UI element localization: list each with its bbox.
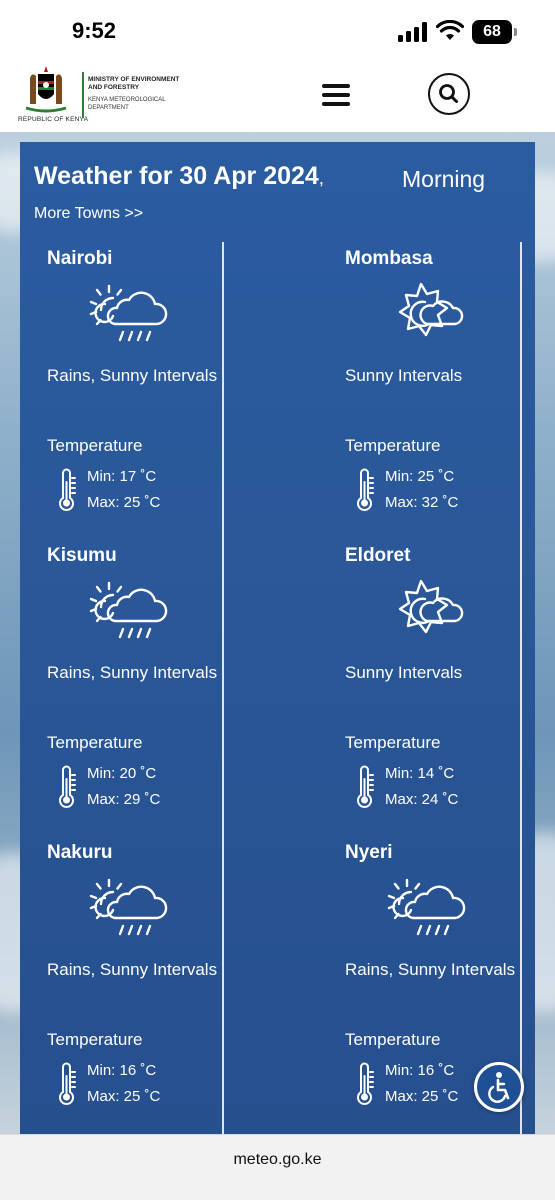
wifi-icon bbox=[436, 20, 464, 40]
status-time: 9:52 bbox=[72, 18, 117, 43]
thermometer-icon bbox=[353, 468, 375, 512]
town-card-nakuru: Nakuru Rains, Sunny Intervals Temperatur… bbox=[47, 842, 307, 1134]
temperature-label: Temperature bbox=[47, 1030, 143, 1049]
cellular-signal-icon bbox=[398, 22, 427, 42]
town-name: Nairobi bbox=[47, 248, 113, 269]
temperature-min: Min: 20 ˚C bbox=[87, 765, 157, 782]
temperature-label: Temperature bbox=[345, 733, 441, 752]
temperature-max: Max: 25 ˚C bbox=[87, 494, 161, 511]
weather-condition: Sunny Intervals bbox=[345, 366, 463, 385]
temperature-label: Temperature bbox=[47, 436, 143, 455]
thermometer-icon bbox=[353, 1062, 375, 1106]
weather-panel: Weather for 30 Apr 2024, Morning More To… bbox=[20, 142, 535, 1134]
hamburger-menu-icon[interactable] bbox=[322, 82, 350, 108]
weather-period: Morning bbox=[402, 166, 486, 192]
ministry-name: MINISTRY OF ENVIRONMENT AND FORESTRY bbox=[88, 76, 180, 91]
menu-bar-top bbox=[322, 84, 350, 88]
menu-bar-middle bbox=[322, 93, 350, 97]
sun-cloud-icon bbox=[381, 577, 471, 647]
temperature-min: Min: 14 ˚C bbox=[385, 765, 455, 782]
weather-date-title: Weather for 30 Apr 2024 bbox=[34, 162, 319, 190]
town-card-eldoret: Eldoret Sunny Intervals Temperature Min:… bbox=[345, 545, 535, 842]
weather-condition: Rains, Sunny Intervals bbox=[47, 960, 218, 979]
temperature-max: Max: 32 ˚C bbox=[385, 494, 459, 511]
rain-sun-cloud-icon bbox=[381, 874, 471, 944]
rain-sun-cloud-icon bbox=[83, 280, 173, 350]
temperature-max: Max: 29 ˚C bbox=[87, 791, 161, 808]
weather-condition: Sunny Intervals bbox=[345, 663, 463, 682]
town-name: Nyeri bbox=[345, 842, 393, 863]
weather-condition: Rains, Sunny Intervals bbox=[345, 960, 516, 979]
temperature-min: Min: 16 ˚C bbox=[385, 1062, 455, 1079]
town-name: Nakuru bbox=[47, 842, 113, 863]
more-towns-link[interactable]: More Towns >> bbox=[34, 205, 143, 223]
temperature-label: Temperature bbox=[345, 1030, 441, 1049]
thermometer-icon bbox=[353, 765, 375, 809]
temperature-max: Max: 25 ˚C bbox=[385, 1088, 459, 1105]
thermometer-icon bbox=[55, 1062, 77, 1106]
town-name: Eldoret bbox=[345, 545, 411, 566]
town-name: Kisumu bbox=[47, 545, 117, 566]
department-name: KENYA METEOROLOGICAL DEPARTMENT bbox=[88, 97, 166, 111]
battery-level: 68 bbox=[472, 20, 512, 44]
town-name: Mombasa bbox=[345, 248, 433, 269]
town-card-kisumu: Kisumu Rains, Sunny Intervals Temperatur… bbox=[47, 545, 307, 842]
rain-sun-cloud-icon bbox=[83, 577, 173, 647]
temperature-max: Max: 25 ˚C bbox=[87, 1088, 161, 1105]
menu-bar-bottom bbox=[322, 102, 350, 106]
weather-condition: Rains, Sunny Intervals bbox=[47, 663, 218, 682]
kenya-coat-of-arms-logo[interactable] bbox=[18, 64, 74, 116]
town-card-mombasa: Mombasa Sunny Intervals Temperature Min:… bbox=[345, 248, 535, 545]
accessibility-button[interactable] bbox=[474, 1062, 524, 1112]
battery-tip bbox=[514, 28, 517, 36]
title-separator: , bbox=[318, 168, 324, 188]
accessibility-icon bbox=[488, 1072, 510, 1103]
url-text[interactable]: meteo.go.ke bbox=[0, 1151, 555, 1169]
status-bar: 9:52 68 bbox=[0, 0, 555, 60]
search-icon bbox=[438, 83, 458, 103]
search-button[interactable] bbox=[428, 73, 470, 115]
rain-sun-cloud-icon bbox=[83, 874, 173, 944]
temperature-max: Max: 24 ˚C bbox=[385, 791, 459, 808]
sun-cloud-icon bbox=[381, 280, 471, 350]
temperature-label: Temperature bbox=[47, 733, 143, 752]
site-header: REPUBLIC OF KENYA MINISTRY OF ENVIRONMEN… bbox=[0, 60, 555, 132]
temperature-label: Temperature bbox=[345, 436, 441, 455]
thermometer-icon bbox=[55, 765, 77, 809]
republic-of-kenya-text: REPUBLIC OF KENYA bbox=[18, 116, 89, 123]
weather-condition: Rains, Sunny Intervals bbox=[47, 366, 218, 385]
temperature-min: Min: 16 ˚C bbox=[87, 1062, 157, 1079]
browser-url-bar[interactable]: meteo.go.ke bbox=[0, 1134, 555, 1200]
battery-icon: 68 bbox=[472, 20, 518, 44]
temperature-min: Min: 25 ˚C bbox=[385, 468, 455, 485]
town-card-nairobi: Nairobi Rains, Sunny Intervals Temperatu… bbox=[47, 248, 307, 545]
thermometer-icon bbox=[55, 468, 77, 512]
ministry-divider bbox=[82, 72, 84, 118]
temperature-min: Min: 17 ˚C bbox=[87, 468, 157, 485]
weather-title: Weather for 30 Apr 2024, bbox=[34, 162, 324, 191]
